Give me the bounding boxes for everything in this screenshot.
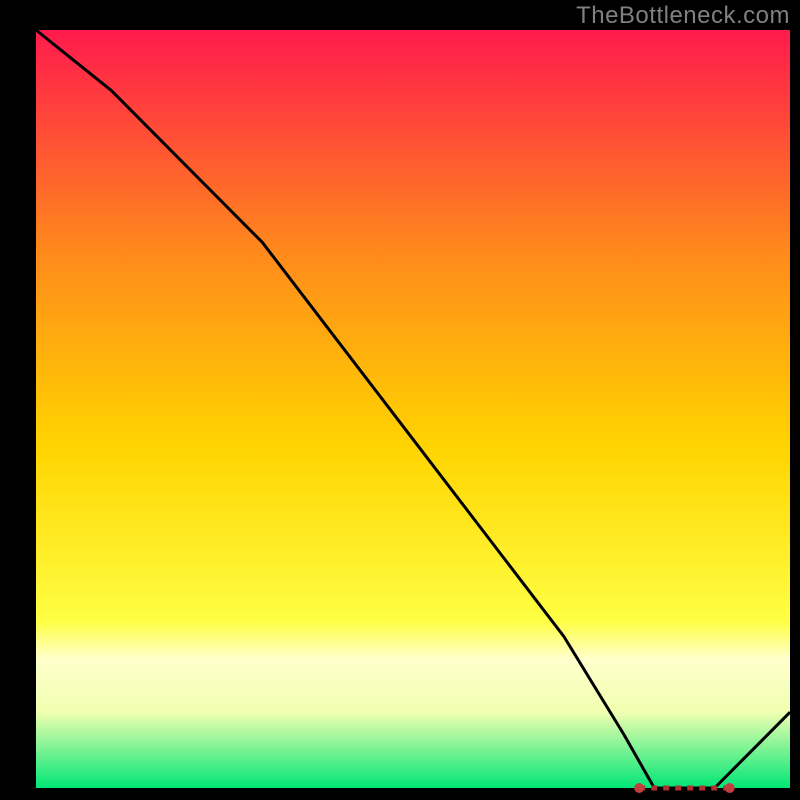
chart-container: TheBottleneck.com xyxy=(0,0,800,800)
plot-area xyxy=(36,30,790,788)
watermark-text: TheBottleneck.com xyxy=(576,2,790,30)
chart-svg xyxy=(0,0,800,800)
